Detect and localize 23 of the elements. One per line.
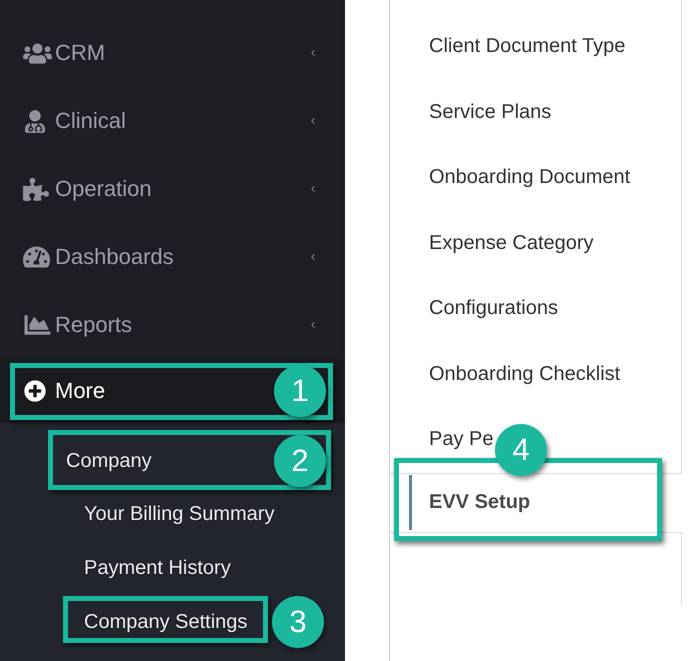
gauge-icon <box>23 245 50 269</box>
nav-item[interactable]: Reports <box>0 291 345 359</box>
settings-menu-item[interactable]: Onboarding Checklist <box>390 342 682 407</box>
nav-item[interactable]: Operation <box>0 155 345 223</box>
nav-item[interactable]: CRM <box>0 19 345 87</box>
users-icon <box>23 42 52 64</box>
submenu-item[interactable]: Company <box>48 435 269 487</box>
settings-menu-item[interactable]: Configurations <box>390 276 682 342</box>
doctor-icon <box>25 110 45 132</box>
settings-menu-item[interactable]: Onboarding Document <box>390 145 682 210</box>
nav-item[interactable]: Clinical <box>0 87 345 155</box>
settings-menu-item[interactable]: Expense Category <box>390 210 682 276</box>
submenu-item[interactable]: Your Billing Summary <box>63 487 296 541</box>
settings-menu-item[interactable]: Service Plans <box>390 80 682 145</box>
puzzle-icon <box>23 178 49 200</box>
submenu-item[interactable]: Company Settings <box>63 595 268 649</box>
settings-menu-item[interactable]: EVV Setup <box>390 472 682 532</box>
nav-item[interactable]: Dashboards <box>0 223 345 291</box>
step-badge: 4 <box>495 424 547 476</box>
settings-menu-item[interactable]: Client Document Type <box>390 14 682 80</box>
step-badge: 2 <box>274 435 326 487</box>
step-badge: 3 <box>272 596 324 648</box>
submenu-item[interactable]: Payment History <box>63 541 252 595</box>
